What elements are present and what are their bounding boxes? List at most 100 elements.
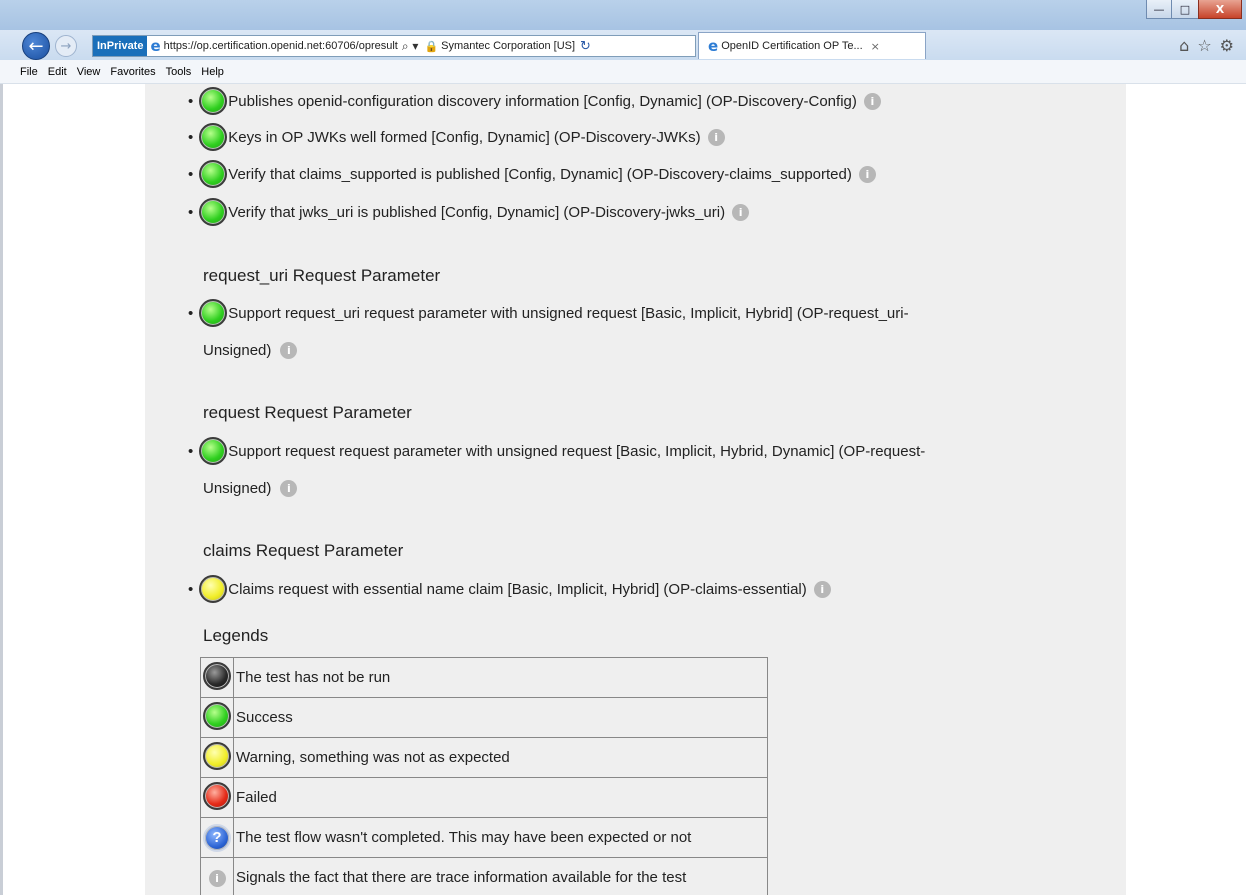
menu-help[interactable]: Help [201,66,224,78]
legend-icon-cell [200,777,234,818]
test-label: Claims request with essential name claim… [228,580,807,598]
back-arrow-icon: ← [28,35,44,57]
test-label: Verify that jwks_uri is published [Confi… [228,203,726,221]
refresh-icon[interactable]: ↻ [580,39,591,54]
info-icon[interactable]: i [707,128,725,146]
green-light-icon [199,160,228,188]
test-row: • Verify that claims_supported is publis… [188,160,876,188]
legend-icon-cell [200,657,234,698]
black-light-icon [203,661,231,690]
test-row: • Keys in OP JWKs well formed [Config, D… [188,123,725,151]
search-icon[interactable]: ⌕ ▾ [402,39,419,54]
question-icon: ? [203,823,231,852]
green-light-icon [199,299,228,327]
bullet: • [188,203,194,221]
tab-title: OpenID Certification OP Te... [721,40,863,52]
window-controls: — □ X [1146,0,1242,19]
minimize-button[interactable]: — [1146,0,1172,19]
test-label: Support request request parameter with u… [228,442,926,460]
test-label: Keys in OP JWKs well formed [Config, Dyn… [228,128,701,146]
browser-navbar: ← → InPrivate e https://op.certification… [0,30,1246,60]
test-label: Verify that claims_supported is publishe… [228,165,852,183]
legend-row: The test has not be run [200,657,768,698]
legend-row: Failed [200,777,768,818]
bullet: • [188,304,194,322]
tab-ie-icon: e [708,37,719,55]
test-row: • Publishes openid-configuration discove… [188,87,881,115]
info-icon[interactable]: i [858,165,876,183]
test-label: Unsigned) [203,480,272,497]
menu-view[interactable]: View [77,66,101,78]
close-button[interactable]: X [1198,0,1242,19]
section-heading-legends: Legends [203,626,269,645]
test-label-continuation: Unsigned) i [203,342,298,359]
forward-button[interactable]: → [55,35,77,57]
menu-edit[interactable]: Edit [48,66,67,78]
test-row: • Verify that jwks_uri is published [Con… [188,198,750,226]
legend-text: Signals the fact that there are trace in… [233,857,768,895]
legend-text: Warning, something was not as expected [233,737,768,778]
bullet: • [188,165,194,183]
info-icon[interactable]: i [280,480,298,497]
legend-icon-cell: i [200,857,234,895]
legend-icon-cell [200,737,234,778]
lock-icon[interactable]: 🔒 [424,40,438,53]
menu-tools[interactable]: Tools [166,66,192,78]
address-bar[interactable]: InPrivate e https://op.certification.ope… [92,35,696,57]
green-light-icon [199,437,228,465]
legend-icon-cell [200,697,234,738]
tab-openid-certification[interactable]: e OpenID Certification OP Te... × [698,32,926,59]
menu-favorites[interactable]: Favorites [110,66,155,78]
home-icon[interactable]: ⌂ [1179,36,1189,55]
legend-row: Success [200,697,768,738]
legend-text: Failed [233,777,768,818]
test-label-continuation: Unsigned) i [203,480,298,497]
legend-row: ? The test flow wasn't completed. This m… [200,817,768,858]
legend-text: The test flow wasn't completed. This may… [233,817,768,858]
test-row: • Claims request with essential name cla… [188,575,831,603]
test-row: • Support request_uri request parameter … [188,299,909,327]
test-label: Unsigned) [203,342,272,359]
info-icon[interactable]: i [813,580,831,598]
bullet: • [188,128,194,146]
window-titlebar: — □ X [0,0,1246,30]
maximize-button[interactable]: □ [1172,0,1198,19]
legend-table: The test has not be run Success Warning,… [200,657,768,895]
back-button[interactable]: ← [22,32,50,60]
section-heading-request: request Request Parameter [203,403,412,422]
forward-arrow-icon: → [60,38,72,54]
legend-text: Success [233,697,768,738]
inprivate-badge: InPrivate [93,36,148,56]
info-icon[interactable]: i [732,203,750,221]
bullet: • [188,442,194,460]
info-icon[interactable]: i [863,92,881,110]
ie-page-icon: e [150,37,161,55]
test-label: Support request_uri request parameter wi… [228,304,909,322]
info-icon[interactable]: i [280,342,298,359]
gear-icon[interactable]: ⚙ [1220,36,1234,55]
legend-row: Warning, something was not as expected [200,737,768,778]
legend-text: The test has not be run [233,657,768,698]
menu-file[interactable]: File [20,66,38,78]
section-heading-claims: claims Request Parameter [203,541,404,560]
bullet: • [188,580,194,598]
toolbar-icons: ⌂ ☆ ⚙ [1179,36,1234,55]
page-content: • Publishes openid-configuration discove… [145,84,1126,895]
test-row: • Support request request parameter with… [188,437,925,465]
green-light-icon [199,198,228,226]
yellow-light-icon [199,575,228,603]
test-label: Publishes openid-configuration discovery… [228,92,857,110]
certificate-label[interactable]: Symantec Corporation [US] [441,40,575,52]
tab-close-icon[interactable]: × [871,40,880,53]
green-light-icon [203,701,231,730]
legend-icon-cell: ? [200,817,234,858]
url-text[interactable]: https://op.certification.openid.net:6070… [164,40,398,52]
info-icon: i [208,869,226,887]
green-light-icon [199,123,228,151]
red-light-icon [203,781,231,810]
favorites-star-icon[interactable]: ☆ [1197,36,1211,55]
legend-row: i Signals the fact that there are trace … [200,857,768,895]
yellow-light-icon [203,741,231,770]
green-light-icon [199,87,228,115]
section-heading-request-uri: request_uri Request Parameter [203,266,441,285]
